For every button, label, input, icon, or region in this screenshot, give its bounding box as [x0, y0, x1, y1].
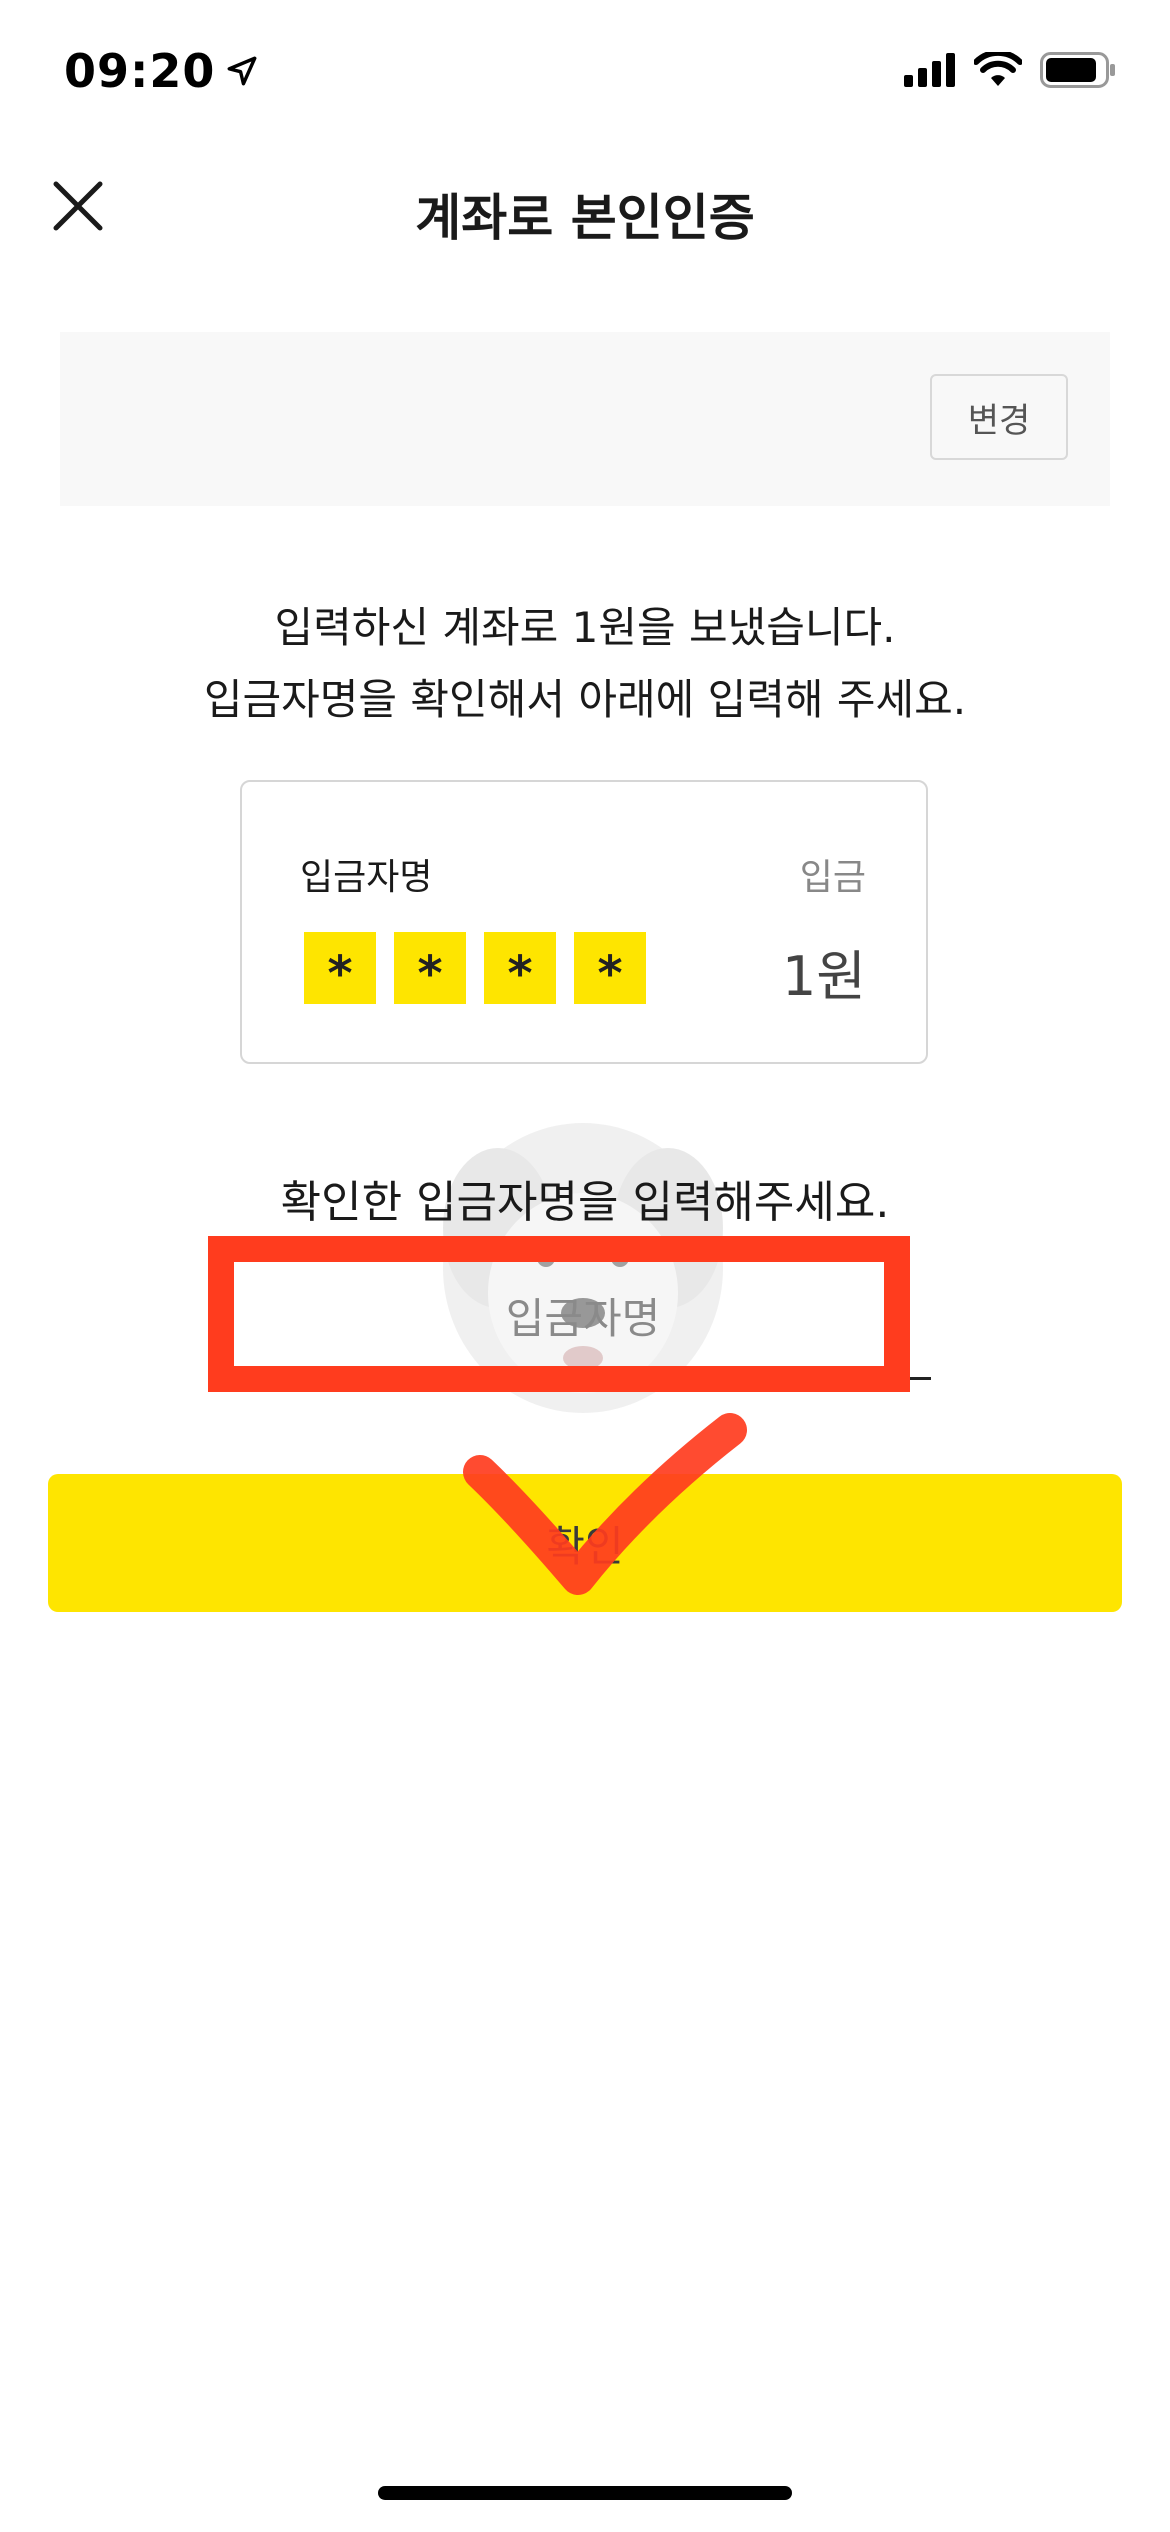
deposit-info-card: 입금자명 입금 * * * * 1원: [240, 780, 928, 1064]
masked-char: *: [394, 932, 466, 1004]
status-bar: 09:20: [0, 0, 1170, 140]
change-account-button[interactable]: 변경: [930, 374, 1068, 460]
masked-char: *: [484, 932, 556, 1004]
home-indicator[interactable]: [378, 2486, 792, 2500]
instruction-line-1: 입력하신 계좌로 1원을 보냈습니다.: [274, 603, 896, 652]
battery-icon: [1040, 52, 1115, 88]
status-icons: [904, 52, 1116, 88]
status-time-text: 09:20: [64, 44, 216, 98]
instruction-text: 입력하신 계좌로 1원을 보냈습니다. 입금자명을 확인해서 아래에 입력해 주…: [0, 592, 1170, 736]
nav-bar: 계좌로 본인인증: [0, 160, 1170, 250]
deposit-label: 입금: [799, 857, 866, 898]
page-title: 계좌로 본인인증: [415, 189, 755, 247]
account-info-box: 변경: [60, 332, 1110, 506]
masked-char: *: [304, 932, 376, 1004]
wifi-icon: [974, 52, 1022, 86]
location-arrow-icon: [227, 56, 257, 86]
masked-depositor-name: * * * *: [304, 932, 646, 1004]
masked-char: *: [574, 932, 646, 1004]
deposit-amount: 1원: [781, 945, 866, 1008]
cellular-signal-icon: [904, 53, 955, 87]
depositor-name-input[interactable]: [235, 1260, 931, 1380]
instruction-line-2: 입금자명을 확인해서 아래에 입력해 주세요.: [203, 675, 967, 724]
confirm-button[interactable]: 확인: [48, 1474, 1122, 1612]
depositor-name-label: 입금자명: [300, 857, 433, 898]
prompt-text: 확인한 입금자명을 입력해주세요.: [280, 1177, 890, 1228]
status-time: 09:20: [64, 44, 259, 98]
